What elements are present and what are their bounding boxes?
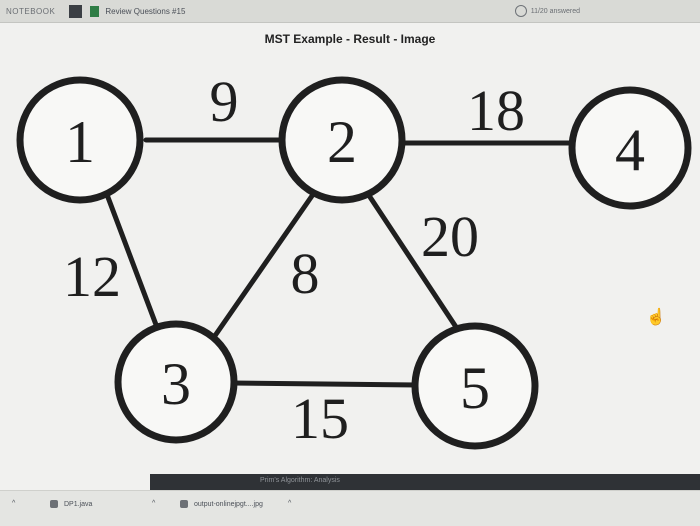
- node-4-label: 4: [615, 117, 645, 183]
- download-item-chevron-2[interactable]: ^: [288, 500, 291, 507]
- edge-3-5-weight: 15: [291, 386, 349, 451]
- download-item-dp1-java[interactable]: DP1.java: [50, 500, 92, 508]
- edge-1-2-weight: 9: [210, 69, 239, 134]
- download-item-output-jpg[interactable]: output-onlinejpgt....jpg: [180, 500, 263, 508]
- hand-cursor-icon: ☝: [646, 309, 666, 326]
- node-5-label: 5: [460, 355, 490, 421]
- screen: NOTEBOOK Review Questions #15 11/20 answ…: [0, 0, 700, 526]
- mst-graph: 1 2 3 4 5 9 18 12 8 20 15: [16, 69, 692, 451]
- background-window-strip: Prim's Algorithm: Analysis: [150, 474, 700, 490]
- download-item-label: DP1.java: [64, 500, 93, 508]
- download-item-chevron-1[interactable]: ^: [152, 500, 155, 507]
- background-window-title: Prim's Algorithm: Analysis: [260, 477, 340, 484]
- edge-2-5-weight: 20: [421, 204, 479, 269]
- java-file-icon: [50, 500, 58, 508]
- image-file-icon: [180, 500, 188, 508]
- download-item-label: output-onlinejpgt....jpg: [194, 500, 263, 508]
- edge-3-5: [229, 380, 421, 388]
- download-chevron[interactable]: ^: [12, 500, 15, 507]
- node-2-label: 2: [327, 109, 357, 175]
- edge-1-3-weight: 12: [63, 244, 121, 309]
- node-1-label: 1: [65, 109, 95, 175]
- edge-2-3-weight: 8: [291, 241, 320, 306]
- node-3-label: 3: [161, 351, 191, 417]
- edge-2-4-weight: 18: [467, 78, 525, 143]
- download-bar: [0, 490, 700, 526]
